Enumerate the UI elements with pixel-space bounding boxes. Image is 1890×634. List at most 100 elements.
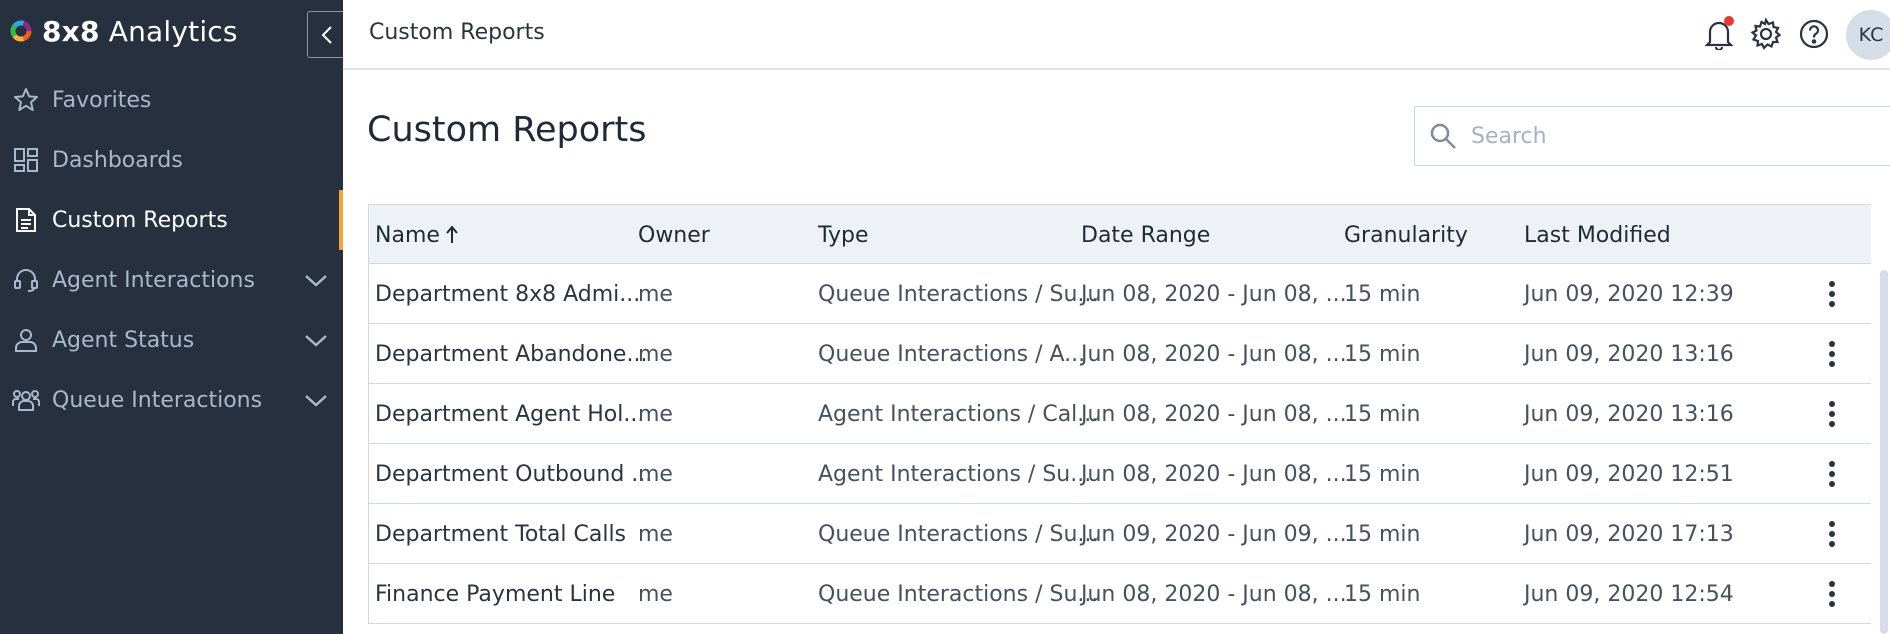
logo-icon (10, 20, 32, 42)
settings-button[interactable] (1749, 16, 1783, 52)
sidebar-item-custom-reports[interactable]: Custom Reports (0, 190, 343, 250)
sidebar-item-agent-status[interactable]: Agent Status (0, 310, 343, 370)
chevron-down-icon[interactable] (303, 328, 329, 352)
cell-date-range: Jun 08, 2020 - Jun 08, ... (1081, 281, 1347, 307)
sidebar-item-dashboards[interactable]: Dashboards (0, 130, 343, 190)
column-header-owner[interactable]: Owner (638, 205, 710, 265)
breadcrumb: Custom Reports (369, 20, 545, 45)
brand-name-light: Analytics (99, 14, 238, 48)
column-header-type[interactable]: Type (818, 205, 869, 265)
row-actions-button[interactable] (1817, 458, 1847, 490)
more-vertical-icon (1829, 281, 1835, 307)
cell-name[interactable]: Department 8x8 Admi... (375, 264, 640, 324)
cell-granularity: 15 min (1344, 521, 1421, 547)
cell-name[interactable]: Department Total Calls (375, 504, 626, 564)
cell-date-range: Jun 08, 2020 - Jun 08, ... (1081, 461, 1347, 487)
search-input[interactable] (1471, 123, 1851, 149)
cell-owner: me (638, 341, 673, 367)
table-row[interactable]: Department Total Calls me Queue Interact… (369, 504, 1871, 564)
help-button[interactable] (1797, 16, 1831, 52)
cell-owner: me (638, 401, 673, 427)
cell-type: Queue Interactions / Su... (818, 281, 1099, 307)
sidebar-item-queue-interactions[interactable]: Queue Interactions (0, 370, 343, 430)
more-vertical-icon (1829, 521, 1835, 547)
column-header-label: Name (375, 222, 440, 248)
notifications-button[interactable] (1702, 16, 1736, 52)
cell-date-range: Jun 08, 2020 - Jun 08, ... (1081, 341, 1347, 367)
chevron-down-icon[interactable] (303, 268, 329, 292)
reports-table: Name Owner Type Date Range Granularity L… (368, 204, 1890, 624)
search-icon (1430, 123, 1456, 149)
cell-last-modified: Jun 09, 2020 13:16 (1524, 401, 1734, 427)
table-row[interactable]: Department Agent Hol... me Agent Interac… (369, 384, 1871, 444)
cell-name[interactable]: Finance Payment Line (375, 564, 615, 624)
group-icon (12, 386, 40, 414)
sidebar-item-label: Agent Interactions (52, 267, 255, 293)
cell-granularity: 15 min (1344, 341, 1421, 367)
cell-type: Queue Interactions / Su... (818, 521, 1099, 547)
dashboard-grid-icon (12, 146, 40, 174)
cell-last-modified: Jun 09, 2020 13:16 (1524, 341, 1734, 367)
sidebar-item-agent-interactions[interactable]: Agent Interactions (0, 250, 343, 310)
sidebar: 8x8 Analytics Favorites Dashboards Custo… (0, 0, 345, 634)
sidebar-nav: Favorites Dashboards Custom Reports Agen… (0, 70, 343, 430)
help-icon (1799, 19, 1829, 49)
cell-granularity: 15 min (1344, 401, 1421, 427)
avatar[interactable]: KC (1846, 10, 1890, 60)
row-actions-button[interactable] (1817, 278, 1847, 310)
sidebar-item-label: Agent Status (52, 327, 195, 353)
more-vertical-icon (1829, 401, 1835, 427)
cell-type: Agent Interactions / Su... (818, 461, 1092, 487)
column-header-granularity[interactable]: Granularity (1344, 205, 1468, 265)
top-bar: Custom Reports KC (343, 0, 1890, 70)
row-actions-button[interactable] (1817, 518, 1847, 550)
collapse-sidebar-button[interactable] (307, 11, 345, 58)
cell-date-range: Jun 08, 2020 - Jun 08, ... (1081, 581, 1347, 607)
cell-last-modified: Jun 09, 2020 12:39 (1524, 281, 1734, 307)
row-actions-button[interactable] (1817, 398, 1847, 430)
notification-badge (1724, 16, 1734, 26)
more-vertical-icon (1829, 581, 1835, 607)
sidebar-item-label: Custom Reports (52, 207, 228, 233)
table-header: Name Owner Type Date Range Granularity L… (369, 204, 1871, 264)
column-header-last-modified[interactable]: Last Modified (1524, 205, 1671, 265)
more-vertical-icon (1829, 341, 1835, 367)
star-icon (12, 86, 40, 114)
table-scrollbar[interactable] (1880, 270, 1888, 634)
cell-granularity: 15 min (1344, 581, 1421, 607)
search-field[interactable] (1414, 106, 1890, 166)
page-title: Custom Reports (367, 110, 647, 150)
table-row[interactable]: Department Abandone... me Queue Interact… (369, 324, 1871, 384)
cell-name[interactable]: Department Agent Hol... (375, 384, 644, 444)
cell-date-range: Jun 08, 2020 - Jun 08, ... (1081, 401, 1347, 427)
row-actions-button[interactable] (1817, 578, 1847, 610)
cell-date-range: Jun 09, 2020 - Jun 09, ... (1081, 521, 1347, 547)
cell-last-modified: Jun 09, 2020 12:51 (1524, 461, 1734, 487)
headset-icon (12, 266, 40, 294)
sort-ascending-icon (446, 225, 458, 243)
cell-owner: me (638, 581, 673, 607)
sidebar-item-label: Favorites (52, 87, 152, 113)
cell-owner: me (638, 461, 673, 487)
cell-name[interactable]: Department Abandone... (375, 324, 647, 384)
more-vertical-icon (1829, 461, 1835, 487)
column-header-name[interactable]: Name (375, 205, 458, 265)
column-header-date-range[interactable]: Date Range (1081, 205, 1210, 265)
person-icon (12, 326, 40, 354)
cell-owner: me (638, 281, 673, 307)
sidebar-item-label: Queue Interactions (52, 387, 263, 413)
sidebar-item-label: Dashboards (52, 147, 183, 173)
sidebar-item-favorites[interactable]: Favorites (0, 70, 343, 130)
brand-name-bold: 8x8 (42, 14, 100, 48)
cell-name[interactable]: Department Outbound ... (375, 444, 652, 504)
brand-name: 8x8 Analytics (42, 15, 238, 48)
table-row[interactable]: Finance Payment Line me Queue Interactio… (369, 564, 1871, 624)
brand[interactable]: 8x8 Analytics (10, 8, 238, 54)
table-row[interactable]: Department Outbound ... me Agent Interac… (369, 444, 1871, 504)
table-row[interactable]: Department 8x8 Admi... me Queue Interact… (369, 264, 1871, 324)
row-actions-button[interactable] (1817, 338, 1847, 370)
chevron-down-icon[interactable] (303, 388, 329, 412)
cell-type: Queue Interactions / Su... (818, 581, 1099, 607)
cell-last-modified: Jun 09, 2020 12:54 (1524, 581, 1734, 607)
gear-icon (1750, 18, 1782, 50)
